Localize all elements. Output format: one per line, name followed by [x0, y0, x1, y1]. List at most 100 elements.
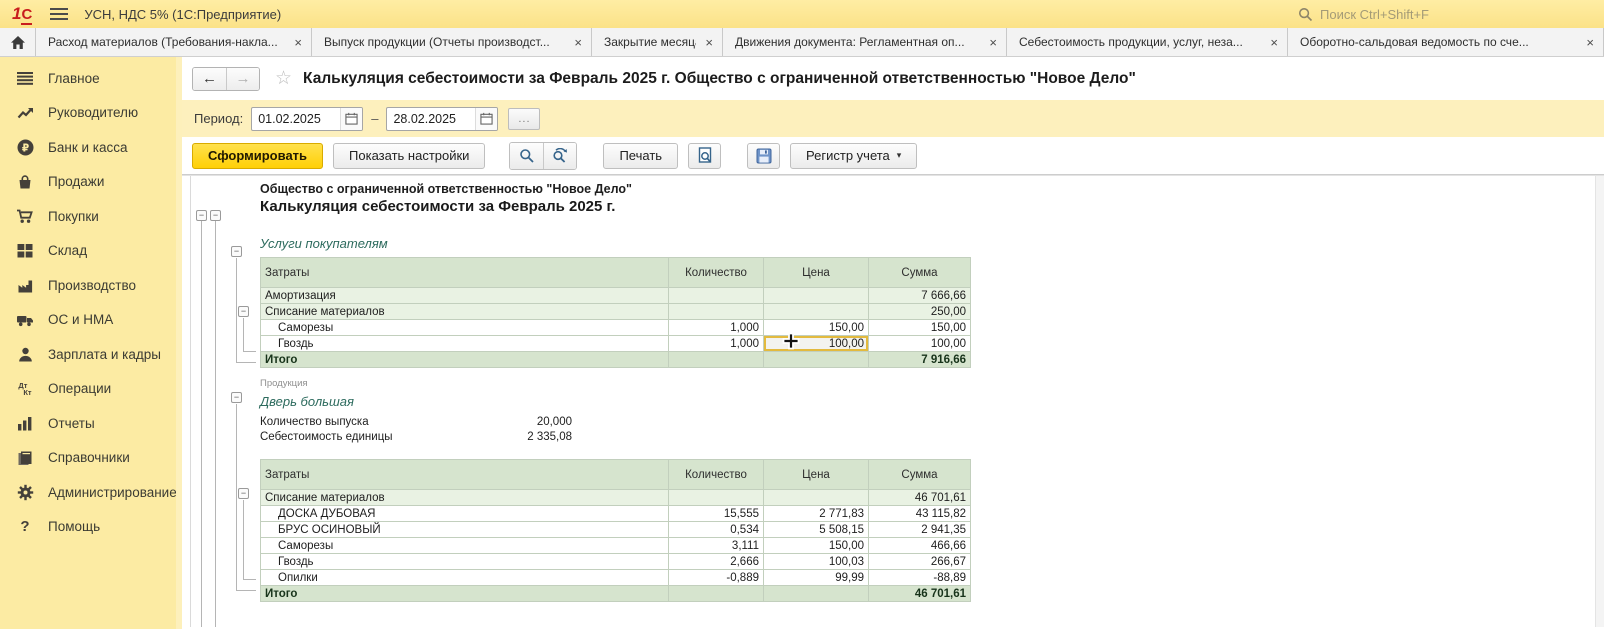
print-button[interactable]: Печать — [603, 143, 678, 169]
cost-item-cell[interactable]: Списание материалов — [261, 304, 669, 320]
home-tab[interactable] — [0, 28, 36, 56]
close-icon[interactable]: × — [294, 36, 302, 49]
table-row: Гвоздь 2,666 100,03 266,67 — [261, 554, 971, 570]
global-search[interactable] — [1290, 4, 1478, 25]
sidebar-item-zarplata-i-kadry[interactable]: Зарплата и кадры — [0, 337, 182, 372]
page-title: Калькуляция себестоимости за Февраль 202… — [303, 70, 1136, 88]
table-header-row: Затраты Количество Цена Сумма — [261, 258, 971, 288]
cost-item-cell[interactable]: Опилки — [261, 570, 669, 586]
generate-button[interactable]: Сформировать — [192, 143, 323, 169]
find-next-button[interactable] — [543, 143, 576, 169]
document-magnifier-icon — [697, 147, 713, 164]
column-header[interactable]: Затраты — [261, 460, 669, 490]
close-icon[interactable]: × — [574, 36, 582, 49]
spreadsheet-cursor-icon — [781, 331, 801, 356]
collapse-group-button[interactable]: − — [210, 210, 221, 221]
cost-item-cell[interactable]: ДОСКА ДУБОВАЯ — [261, 506, 669, 522]
tab-zakrytie-mesyaca[interactable]: Закрытие месяца × — [592, 28, 723, 56]
sidebar-item-os-i-nma[interactable]: ОС и НМА — [0, 303, 182, 338]
calendar-icon[interactable] — [475, 108, 497, 130]
cost-item-cell[interactable]: БРУС ОСИНОВЫЙ — [261, 522, 669, 538]
report-spreadsheet: − − − − − − Общество с ограниченной отве… — [182, 175, 1604, 627]
period-options-button[interactable]: ... — [508, 108, 540, 130]
main-menu-hamburger-icon[interactable] — [50, 8, 68, 20]
table-row: Саморезы 1,000 150,00 150,00 — [261, 320, 971, 336]
report-panel-edge — [190, 176, 191, 627]
cost-item-cell[interactable]: Итого — [261, 586, 669, 602]
cost-item-cell[interactable]: Саморезы — [261, 320, 669, 336]
column-header[interactable]: Сумма — [869, 460, 971, 490]
cost-item-cell[interactable]: Амортизация — [261, 288, 669, 304]
collapse-group-button[interactable]: − — [238, 306, 249, 317]
dt-kt-icon: ДтКт — [15, 380, 35, 398]
sidebar-item-proizvodstvo[interactable]: Производство — [0, 268, 182, 303]
back-button[interactable]: ← — [193, 68, 226, 90]
column-header[interactable]: Количество — [669, 258, 764, 288]
table-row: Гвоздь 1,000 100,00 100,00 — [261, 336, 971, 352]
collapse-group-button[interactable]: − — [196, 210, 207, 221]
register-dropdown-button[interactable]: Регистр учета ▾ — [790, 143, 917, 169]
favorite-star-icon[interactable]: ☆ — [275, 67, 292, 90]
cost-item-cell[interactable]: Списание материалов — [261, 490, 669, 506]
sidebar-item-pomosch[interactable]: ? Помощь — [0, 510, 182, 545]
history-nav: ← → — [192, 67, 260, 91]
report-heading: Калькуляция себестоимости за Февраль 202… — [260, 198, 615, 215]
window-title: УСН, НДС 5% (1С:Предприятие) — [84, 7, 281, 22]
sidebar-item-bank-i-kassa[interactable]: ₽ Банк и касса — [0, 130, 182, 165]
report-toolbar: Сформировать Показать настройки Печать Р… — [182, 137, 1604, 175]
section-title-product: Дверь большая — [260, 394, 354, 409]
tab-rashod-materialov[interactable]: Расход материалов (Требования-накла... × — [36, 28, 312, 56]
table-row: БРУС ОСИНОВЫЙ 0,534 5 508,15 2 941,35 — [261, 522, 971, 538]
cost-item-cell[interactable]: Гвоздь — [261, 554, 669, 570]
calendar-icon[interactable] — [340, 108, 362, 130]
forward-button[interactable]: → — [226, 68, 259, 90]
section-kicker: Продукция — [260, 378, 308, 389]
period-band: Период: – ... — [182, 100, 1604, 137]
truck-icon — [15, 311, 35, 329]
sidebar-item-sklad[interactable]: Склад — [0, 234, 182, 269]
collapse-group-button[interactable]: − — [238, 488, 249, 499]
cost-item-cell[interactable]: Саморезы — [261, 538, 669, 554]
close-icon[interactable]: × — [705, 36, 713, 49]
sidebar-item-prodazhi[interactable]: Продажи — [0, 165, 182, 200]
vertical-scrollbar[interactable] — [1595, 176, 1604, 627]
sidebar-item-otchety[interactable]: Отчеты — [0, 406, 182, 441]
collapse-group-button[interactable]: − — [231, 392, 242, 403]
ruble-circle-icon: ₽ — [15, 138, 35, 156]
column-header[interactable]: Цена — [764, 460, 869, 490]
question-icon: ? — [15, 518, 35, 536]
tab-sebestoimost[interactable]: Себестоимость продукции, услуг, неза... … — [1007, 28, 1288, 56]
group-tree-line — [243, 500, 244, 579]
selected-cell[interactable]: 100,00 — [764, 336, 869, 352]
column-header[interactable]: Затраты — [261, 258, 669, 288]
show-settings-button[interactable]: Показать настройки — [333, 143, 485, 169]
cost-item-cell[interactable]: Гвоздь — [261, 336, 669, 352]
sidebar-item-spravochniki[interactable]: Справочники — [0, 441, 182, 476]
sidebar-item-glavnoe[interactable]: Главное — [0, 61, 182, 96]
sidebar-item-rukovoditelyu[interactable]: Руководителю — [0, 96, 182, 131]
column-header[interactable]: Сумма — [869, 258, 971, 288]
tab-vypusk-produkcii[interactable]: Выпуск продукции (Отчеты производст... × — [312, 28, 592, 56]
close-icon[interactable]: × — [1270, 36, 1278, 49]
column-header[interactable]: Цена — [764, 258, 869, 288]
find-button[interactable] — [510, 143, 543, 169]
factory-icon — [15, 276, 35, 294]
column-header[interactable]: Количество — [669, 460, 764, 490]
tab-bar: Расход материалов (Требования-накла... ×… — [0, 28, 1604, 57]
period-to-input[interactable] — [387, 112, 475, 126]
period-from-input[interactable] — [252, 112, 340, 126]
sidebar-item-administrirovanie[interactable]: Администрирование — [0, 475, 182, 510]
save-button[interactable] — [747, 143, 780, 169]
tab-dvizheniya-dokumenta[interactable]: Движения документа: Регламентная оп... × — [723, 28, 1007, 56]
collapse-group-button[interactable]: − — [231, 246, 242, 257]
sidebar-item-operacii[interactable]: ДтКт Операции — [0, 372, 182, 407]
sidebar-item-pokupki[interactable]: Покупки — [0, 199, 182, 234]
close-icon[interactable]: × — [1586, 36, 1594, 49]
bar-chart-icon — [15, 414, 35, 432]
search-input[interactable] — [1320, 7, 1470, 22]
close-icon[interactable]: × — [989, 36, 997, 49]
cost-item-cell[interactable]: Итого — [261, 352, 669, 368]
table-row: Списание материалов 250,00 — [261, 304, 971, 320]
tab-osv[interactable]: Оборотно-сальдовая ведомость по сче... × — [1288, 28, 1604, 56]
print-preview-button[interactable] — [688, 143, 721, 169]
